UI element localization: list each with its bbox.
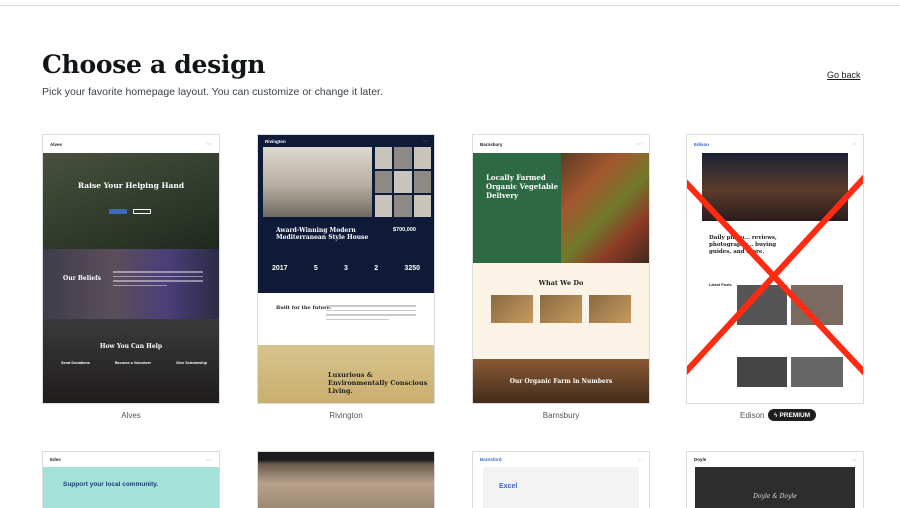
- stat-value: 2: [374, 265, 379, 272]
- stat-value: 3250: [404, 265, 420, 272]
- design-card-row2-2[interactable]: [257, 451, 435, 508]
- design-card-alves[interactable]: Alves ◦ ◦ ◦ Raise Your Helping Hand Our …: [42, 134, 220, 404]
- preview-photo: [561, 153, 649, 263]
- premium-badge-label: PREMIUM: [779, 411, 811, 419]
- mini-nav: ◦ ◦ ◦: [206, 142, 212, 146]
- design-name-barnsbury: Barnsbury: [542, 411, 580, 420]
- mini-site-title: Doyle: [694, 457, 707, 462]
- mini-nav: ◦ ◦: [423, 139, 427, 143]
- text-placeholder: [113, 271, 203, 289]
- top-divider: [0, 5, 900, 6]
- preview-hero-heading: Excel: [499, 483, 518, 490]
- preview-price: $700,000: [393, 227, 416, 233]
- mini-nav: ◦ ◦: [852, 142, 856, 146]
- preview-bottom-heading: Luxurious & Environmentally Conscious Li…: [328, 371, 428, 396]
- preview-hero: Doyle & Doyle: [695, 467, 855, 508]
- preview-hero: Rivington ◦ ◦ Award-Winning Modern Medit…: [258, 135, 434, 293]
- lightning-bolt-icon: ϟ: [774, 411, 778, 419]
- page-subtitle: Pick your favorite homepage layout. You …: [42, 86, 383, 98]
- preview-hero: Excel: [483, 467, 639, 508]
- mini-nav: ◦ ◦: [638, 457, 642, 462]
- preview-what-heading: What We Do: [538, 279, 584, 287]
- design-name-edison: Edison: [740, 411, 765, 420]
- stat-value: 5: [313, 265, 318, 272]
- preview-farm-heading: Our Organic Farm in Numbers: [509, 378, 613, 385]
- stat-value: 2017: [272, 265, 288, 272]
- preview-button-outline: [133, 209, 151, 214]
- preview-hero-heading: Locally Farmed Organic Vegetable Deliver…: [486, 173, 559, 201]
- mini-site-title: Barnsford: [480, 457, 502, 462]
- go-back-link[interactable]: Go back: [827, 70, 861, 80]
- stat-value: 3: [344, 265, 348, 272]
- preview-photo: [263, 147, 372, 217]
- mini-nav: ◦ ◦ ◦: [636, 142, 642, 146]
- mini-site-title: Barnsbury: [480, 141, 503, 147]
- preview-hero: Support your local community.: [43, 467, 219, 508]
- preview-image-row: [491, 295, 631, 323]
- text-placeholder: [326, 305, 416, 323]
- preview-hero: Locally Farmed Organic Vegetable Deliver…: [473, 153, 649, 263]
- mini-site-title: Alves: [50, 141, 63, 147]
- premium-badge: ϟ PREMIUM: [768, 409, 817, 421]
- page-title: Choose a design: [42, 50, 266, 79]
- preview-mid-heading: Built for the future.: [276, 305, 332, 311]
- design-name-rivington: Rivington: [329, 411, 363, 420]
- preview-hero-heading: Award-Winning Modern Mediterranean Style…: [276, 227, 369, 242]
- preview-stats: 2017 5 3 2 3250: [272, 265, 420, 272]
- mini-site-title: Rivington: [265, 138, 286, 144]
- preview-photo-grid: [375, 147, 431, 217]
- help-item: Give Scholarship: [175, 361, 207, 365]
- design-card-barnsbury[interactable]: Barnsbury ◦ ◦ ◦ Locally Farmed Organic V…: [472, 134, 650, 404]
- preview-hero-heading: Raise Your Helping Hand: [77, 181, 185, 190]
- mini-site-title: Edes: [50, 457, 61, 462]
- design-name-alves: Alves: [121, 411, 141, 420]
- preview-beliefs-heading: Our Beliefs: [63, 275, 102, 282]
- design-card-row2-4[interactable]: Doyle ◦ ◦ Doyle & Doyle: [686, 451, 864, 508]
- design-card-rivington[interactable]: Rivington ◦ ◦ Award-Winning Modern Medit…: [257, 134, 435, 404]
- preview-hero-heading: Doyle & Doyle: [753, 493, 797, 500]
- preview-beliefs: Our Beliefs: [43, 249, 219, 319]
- design-card-edison[interactable]: Edison ◦ ◦ Daily photo... reviews, photo…: [686, 134, 864, 404]
- preview-mid: Built for the future.: [258, 293, 434, 345]
- design-card-row2-3[interactable]: Barnsford ◦ ◦ Excel: [472, 451, 650, 508]
- design-card-row2-1[interactable]: Edes ◦ ◦ ◦ Support your local community.: [42, 451, 220, 508]
- help-item: Become a Volunteer: [114, 361, 152, 365]
- mini-header: Alves ◦ ◦ ◦: [43, 135, 219, 153]
- preview-hero: Raise Your Helping Hand: [43, 153, 219, 249]
- preview-photo: [258, 452, 434, 508]
- mini-nav: ◦ ◦: [852, 457, 856, 462]
- red-x-mark-icon: [687, 174, 863, 376]
- preview-button: [109, 209, 127, 214]
- help-item: Send Donations: [61, 361, 90, 365]
- mini-site-title: Edison: [694, 141, 710, 147]
- preview-what: What We Do: [473, 263, 649, 359]
- preview-bottom: Luxurious & Environmentally Conscious Li…: [258, 345, 434, 403]
- preview-farm: Our Organic Farm in Numbers: [473, 359, 649, 403]
- mini-nav: ◦ ◦ ◦: [206, 457, 212, 462]
- preview-hero-heading: Support your local community.: [63, 481, 159, 488]
- preview-help-heading: How You Can Help: [99, 343, 163, 350]
- preview-help: How You Can Help Send Donations Become a…: [43, 319, 219, 403]
